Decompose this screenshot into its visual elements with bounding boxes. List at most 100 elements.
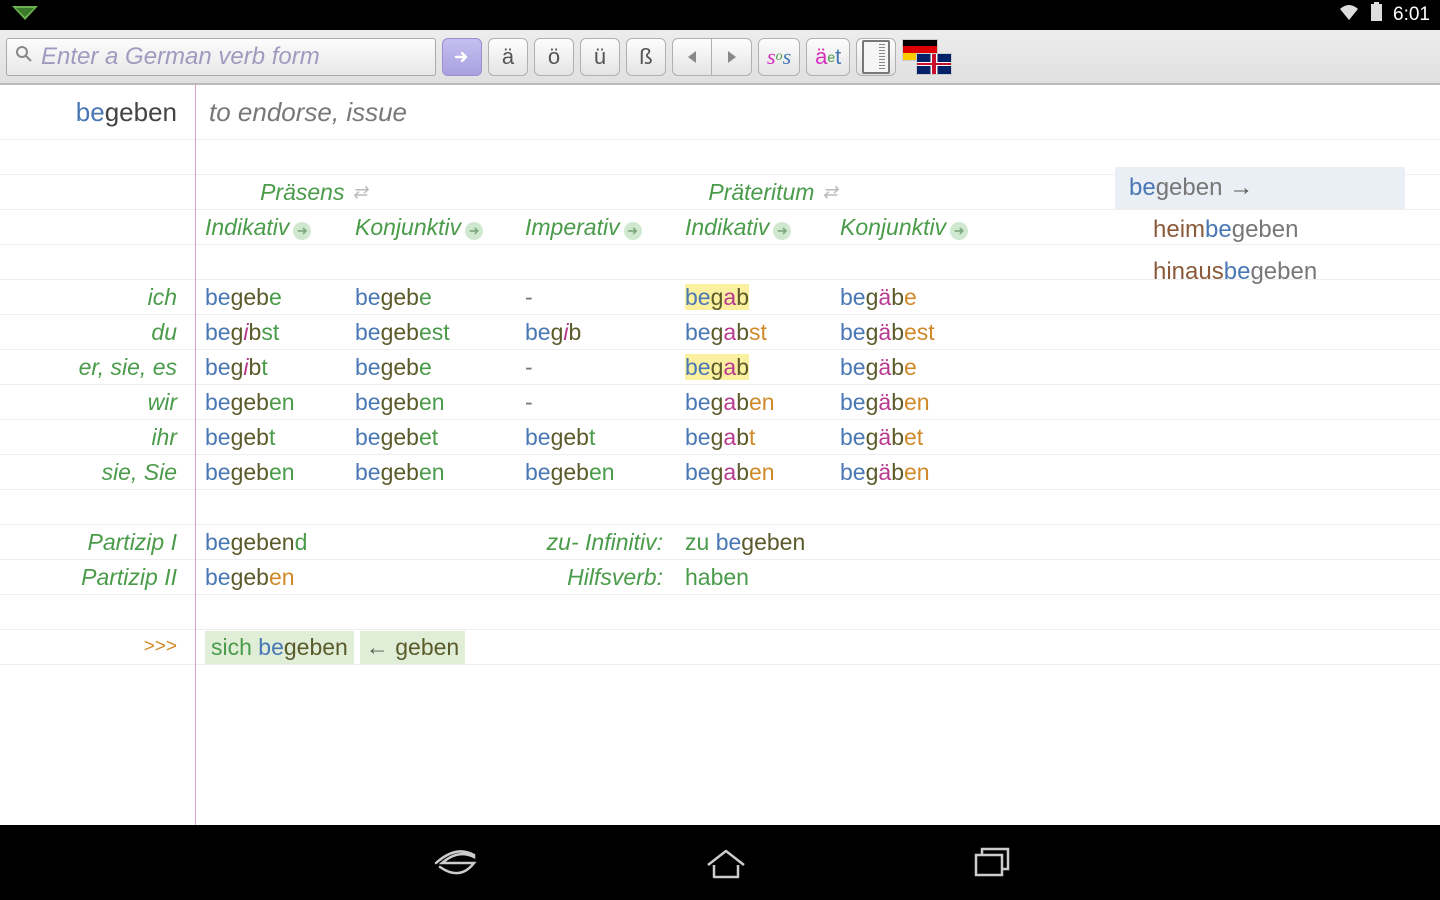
cell: begebet <box>345 424 515 451</box>
conj-row-er: er, sie, es begibt begebe - begab begäbe <box>0 350 1440 385</box>
headword: begeben <box>0 97 195 128</box>
more-indicator: >>> <box>0 636 195 658</box>
search-go-button[interactable] <box>442 38 482 76</box>
history-nav <box>672 38 752 76</box>
cell: begäbe <box>830 354 1000 381</box>
cell: begäbe <box>830 284 1000 311</box>
nav-home-button[interactable] <box>702 845 750 881</box>
conj-row-ihr: ihr begebt begebet begebt begabt begäbet <box>0 420 1440 455</box>
pronoun-label: du <box>0 319 195 346</box>
android-status-bar: 6:01 <box>0 0 1440 30</box>
cell: begeben <box>515 459 675 486</box>
cell: begib <box>515 319 675 346</box>
related-verb-item[interactable]: heimbegeben <box>1115 209 1405 251</box>
cell: begab <box>675 284 830 311</box>
dictionary-button[interactable] <box>856 38 896 76</box>
mood-konjunktiv-2[interactable]: Konjunktiv➜ <box>830 214 1000 241</box>
swap-icon: ⇄ <box>352 182 367 203</box>
reflexive-link[interactable]: sich begeben <box>205 631 354 664</box>
partizip1-row: Partizip I begebend zu- Infinitiv: zu be… <box>0 525 1440 560</box>
mood-indikativ-2[interactable]: Indikativ➜ <box>675 214 830 241</box>
char-eszett-button[interactable]: ß <box>626 38 666 76</box>
partizip1-label: Partizip I <box>0 529 195 556</box>
hilfsverb-value: haben <box>675 564 830 591</box>
arrow-more-icon: ➜ <box>465 222 483 240</box>
cell: begeben <box>345 389 515 416</box>
zu-infinitiv-value: zu begeben <box>675 529 830 556</box>
pronoun-label: wir <box>0 389 195 416</box>
translation-text: to endorse, issue <box>195 97 407 128</box>
pronoun-label: ich <box>0 284 195 311</box>
cell: begeben <box>195 389 345 416</box>
android-nav-bar <box>0 825 1440 900</box>
arrow-more-icon: ➜ <box>293 222 311 240</box>
search-icon <box>15 45 33 69</box>
related-verbs-header[interactable]: begeben → <box>1115 167 1405 209</box>
arrow-more-icon: ➜ <box>624 222 642 240</box>
mood-indikativ[interactable]: Indikativ➜ <box>195 214 345 241</box>
char-a-umlaut-button[interactable]: ä <box>488 38 528 76</box>
cell: begäben <box>830 389 1000 416</box>
cell: begäben <box>830 459 1000 486</box>
cell-empty: - <box>515 284 675 311</box>
partizip1-value: begebend <box>195 529 345 556</box>
arrow-more-icon: ➜ <box>773 222 791 240</box>
cell: begabt <box>675 424 830 451</box>
tense-praesens[interactable]: Präsens⇄ <box>195 179 515 206</box>
pronoun-label: ihr <box>0 424 195 451</box>
char-u-umlaut-button[interactable]: ü <box>580 38 620 76</box>
flag-uk-icon <box>916 53 952 75</box>
cell: begebt <box>195 424 345 451</box>
pronoun-label: er, sie, es <box>0 354 195 381</box>
nav-recent-button[interactable] <box>970 845 1014 881</box>
root-verb-link[interactable]: ← geben <box>360 631 465 664</box>
dictionary-icon <box>862 40 890 74</box>
cell: begebe <box>345 354 515 381</box>
conj-row-wir: wir begeben begeben - begaben begäben <box>0 385 1440 420</box>
history-back-button[interactable] <box>672 38 712 76</box>
arrow-left-icon: ← <box>366 634 389 660</box>
search-field-wrap[interactable] <box>6 38 436 76</box>
related-head-prefix: be <box>1129 174 1156 202</box>
related-footer-row: >>> sich begeben ← geben <box>0 630 1440 665</box>
sos-toggle-button[interactable]: sos <box>758 38 800 76</box>
clock-text: 6:01 <box>1393 4 1430 26</box>
history-forward-button[interactable] <box>712 38 752 76</box>
spacer-row <box>0 490 1440 525</box>
search-input[interactable] <box>39 42 427 72</box>
conjugation-content: begeben → heimbegeben hinausbegeben bege… <box>0 85 1440 825</box>
mood-konjunktiv[interactable]: Konjunktiv➜ <box>345 214 515 241</box>
zu-infinitiv-label: zu- Infinitiv: <box>515 529 675 556</box>
cell: begibt <box>195 354 345 381</box>
char-o-umlaut-button[interactable]: ö <box>534 38 574 76</box>
cell: begebt <box>515 424 675 451</box>
arrow-right-icon: → <box>1229 174 1253 202</box>
hilfsverb-label: Hilfsverb: <box>515 564 675 591</box>
partizip2-row: Partizip II begeben Hilfsverb: haben <box>0 560 1440 595</box>
aet-toggle-button[interactable]: äet <box>806 38 850 76</box>
cell: begeben <box>195 459 345 486</box>
cell: begeben <box>345 459 515 486</box>
language-flag-button[interactable] <box>902 39 952 75</box>
related-head-stem: geben <box>1156 174 1223 202</box>
cell: begaben <box>675 459 830 486</box>
pronoun-label: sie, Sie <box>0 459 195 486</box>
mood-imperativ[interactable]: Imperativ➜ <box>515 214 675 241</box>
tense-praeteritum[interactable]: Präteritum⇄ <box>665 179 985 206</box>
app-logo-icon <box>10 4 40 26</box>
related-verb-item[interactable]: hinausbegeben <box>1115 251 1405 293</box>
cell: begab <box>675 354 830 381</box>
cell: begäbet <box>830 424 1000 451</box>
conj-row-sie: sie, Sie begeben begeben begeben begaben… <box>0 455 1440 490</box>
partizip2-value: begeben <box>195 564 345 591</box>
cell: begebest <box>345 319 515 346</box>
partizip2-label: Partizip II <box>0 564 195 591</box>
related-verbs-panel: begeben → heimbegeben hinausbegeben <box>1115 167 1405 293</box>
cell: begaben <box>675 389 830 416</box>
app-toolbar: ä ö ü ß sos äet <box>0 30 1440 85</box>
nav-back-button[interactable] <box>426 843 482 883</box>
cell: begibst <box>195 319 345 346</box>
headword-row: begeben to endorse, issue <box>0 85 1440 140</box>
vertical-divider <box>195 85 196 825</box>
wifi-icon <box>1338 3 1360 27</box>
